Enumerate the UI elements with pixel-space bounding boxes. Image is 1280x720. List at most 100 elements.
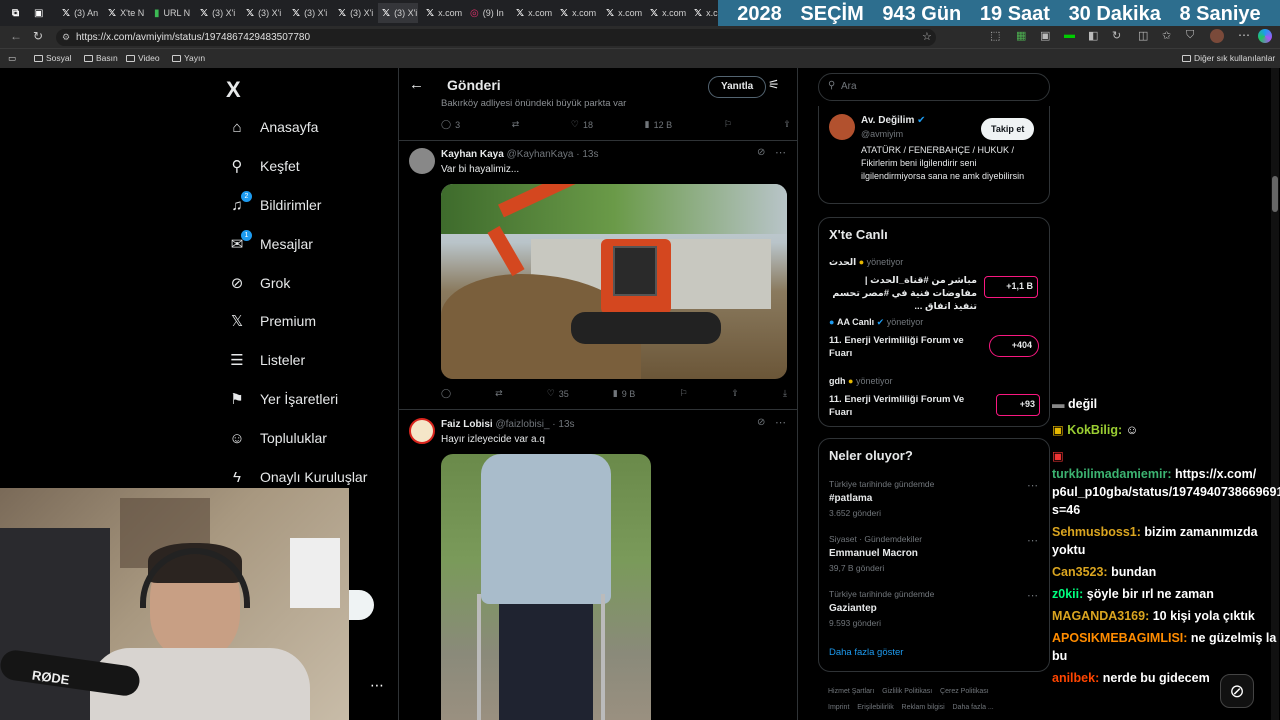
live-item[interactable]: gdh ● yönetiyor xyxy=(829,376,1039,386)
footer-link[interactable]: Imprint xyxy=(828,704,849,711)
extension-icon[interactable]: ▬ xyxy=(1064,29,1075,41)
account-more-icon[interactable]: ⋯ xyxy=(370,677,384,694)
author-name[interactable]: Kayhan Kaya xyxy=(441,149,504,160)
browser-tab[interactable]: 𝕏x.com xyxy=(646,3,690,23)
bookmark-folder[interactable]: Yayın xyxy=(172,53,205,63)
footer-link[interactable]: Reklam bilgisi xyxy=(902,704,945,711)
footer-link[interactable]: Daha fazla ... xyxy=(953,704,994,711)
live-item[interactable]: ● AA Canlı ✔ yönetiyor xyxy=(829,317,1039,328)
trend-item[interactable]: Türkiye tarihinde gündemde Gaziantep 9.5… xyxy=(829,589,1039,628)
browser-tab[interactable]: 𝕏x.com xyxy=(556,3,600,23)
favorites-icon[interactable]: ✩ xyxy=(1162,29,1171,42)
avatar[interactable] xyxy=(409,148,435,174)
show-more-link[interactable]: Daha fazla göster xyxy=(829,647,903,658)
reload-icon[interactable]: ↻ xyxy=(33,29,43,43)
nav-explore[interactable]: ⚲ Keşfet xyxy=(228,157,300,175)
search-box[interactable]: ⚲ Ara xyxy=(818,73,1050,101)
live-item[interactable]: الحدث ● yönetiyor xyxy=(829,257,1039,268)
split-screen-icon[interactable]: ◫ xyxy=(1138,29,1148,42)
profile-name[interactable]: Av. Değilim ✔ xyxy=(861,115,926,126)
extension-icon[interactable]: ▣ xyxy=(1040,29,1050,42)
nav-verified-orgs[interactable]: ϟ Onaylı Kuruluşlar xyxy=(228,468,367,486)
search-input[interactable]: Ara xyxy=(841,81,857,92)
retweet-action[interactable]: ⇄ xyxy=(512,119,520,130)
extension-icon[interactable]: ◧ xyxy=(1088,29,1098,42)
more-menu-icon[interactable]: ⋯ xyxy=(1238,28,1250,42)
reply-action[interactable]: ◯ 3 xyxy=(441,119,460,130)
bookmark-folder[interactable]: Video xyxy=(126,53,160,63)
tab-actions-icon[interactable]: ⧉ xyxy=(8,3,23,23)
browser-tab[interactable]: 𝕏 X'te N xyxy=(104,3,148,23)
reply-action[interactable]: ◯ xyxy=(441,388,451,399)
author-handle[interactable]: @faizlobisi_ · 13s xyxy=(495,419,574,430)
browser-tab[interactable]: 𝕏 (3) X'i xyxy=(196,3,240,23)
bookmark-menu-icon[interactable]: ▭ xyxy=(8,53,16,64)
live-listener-count[interactable]: +404 xyxy=(989,335,1039,357)
like-action[interactable]: ♡ 35 xyxy=(547,388,569,399)
trend-item[interactable]: Türkiye tarihinde gündemde #patlama 3.65… xyxy=(829,479,1039,518)
nav-notifications[interactable]: ♫ 2 Bildirimler xyxy=(228,191,321,214)
browser-tab[interactable]: 𝕏x.com xyxy=(602,3,646,23)
trend-item[interactable]: Siyaset · Gündemdekiler Emmanuel Macron … xyxy=(829,534,1039,573)
extension-icon[interactable]: ▦ xyxy=(1016,29,1026,42)
browser-tab[interactable]: 𝕏 (3) X'i xyxy=(334,3,378,23)
nav-lists[interactable]: ☰ Listeler xyxy=(228,351,305,369)
bookmark-folder[interactable]: Basın xyxy=(84,53,118,63)
grok-icon[interactable]: ⊘ xyxy=(757,147,765,158)
site-info-icon[interactable]: ⚙ xyxy=(62,29,70,46)
back-arrow-icon[interactable]: ← xyxy=(409,76,424,93)
avatar[interactable] xyxy=(829,114,855,140)
footer-link[interactable]: Erişilebilirlik xyxy=(857,704,894,711)
share-action[interactable]: ⇪ xyxy=(731,388,739,399)
profile-handle[interactable]: @avmiyim xyxy=(861,129,903,139)
browser-tab[interactable]: ▮ URL N xyxy=(150,3,194,23)
extension-icon[interactable]: ⬚ xyxy=(990,29,1000,42)
browser-tab[interactable]: 𝕏x.com xyxy=(690,3,720,23)
footer-link[interactable]: Hizmet Şartları xyxy=(828,688,874,695)
author-name[interactable]: Faiz Lobisi xyxy=(441,419,493,430)
reply-button[interactable]: Yanıtla xyxy=(708,76,767,98)
more-icon[interactable]: ⋯ xyxy=(1027,534,1038,547)
download-action[interactable]: ⤓ xyxy=(783,388,787,399)
footer-link[interactable]: Gizlilik Politikası xyxy=(882,688,932,695)
more-icon[interactable]: ⋯ xyxy=(775,146,786,159)
nav-premium[interactable]: 𝕏 Premium xyxy=(228,312,316,330)
browser-tab[interactable]: 𝕏x.com xyxy=(422,3,466,23)
copilot-icon[interactable] xyxy=(1258,29,1272,43)
tab-list-icon[interactable]: ▣ xyxy=(30,3,47,23)
views-action[interactable]: ▮ 9 B xyxy=(613,388,635,399)
browser-tab-active[interactable]: 𝕏 (3) X'i xyxy=(378,3,418,23)
share-action[interactable]: ⇪ xyxy=(783,119,791,130)
x-logo[interactable]: X xyxy=(226,77,241,103)
grok-icon[interactable]: ⊘ xyxy=(757,417,765,428)
tweet-image-crutches[interactable] xyxy=(441,454,651,720)
nav-home[interactable]: ⌂ Anasayfa xyxy=(228,118,318,136)
follow-button[interactable]: Takip et xyxy=(981,118,1035,140)
footer-link[interactable]: Çerez Politikası xyxy=(940,688,989,695)
avatar[interactable] xyxy=(409,418,435,444)
more-icon[interactable]: ⋯ xyxy=(1027,589,1038,602)
live-listener-count[interactable]: +1,1 B xyxy=(984,276,1038,298)
nav-grok[interactable]: ⊘ Grok xyxy=(228,274,291,292)
browser-tab[interactable]: 𝕏 (3) X'i xyxy=(242,3,286,23)
browser-tab[interactable]: ◎ (9) In xyxy=(466,3,510,23)
author-handle[interactable]: @KayhanKaya · 13s xyxy=(507,149,599,160)
more-icon[interactable]: ⋯ xyxy=(1027,479,1038,492)
browser-tab[interactable]: 𝕏x.com xyxy=(512,3,556,23)
sliders-icon[interactable]: ⚟ xyxy=(768,77,780,93)
url-field[interactable]: ⚙ https://x.com/avmiyim/status/197486742… xyxy=(56,29,936,46)
scrollbar-thumb[interactable] xyxy=(1272,176,1278,212)
more-icon[interactable]: ⋯ xyxy=(775,416,786,429)
refresh-extension-icon[interactable]: ↻ xyxy=(1112,29,1121,42)
bookmark-folder[interactable]: Sosyal xyxy=(34,53,72,63)
views-action[interactable]: ▮ 12 B xyxy=(645,119,672,130)
bookmark-action[interactable]: ⚐ xyxy=(679,388,687,399)
like-action[interactable]: ♡ 18 xyxy=(571,119,593,130)
nav-messages[interactable]: ✉ 1 Mesajlar xyxy=(228,230,313,253)
back-icon[interactable]: ← xyxy=(10,29,22,43)
profile-avatar[interactable] xyxy=(1210,29,1224,43)
shield-icon[interactable]: ⛉ xyxy=(1186,29,1194,42)
browser-tab[interactable]: 𝕏 (3) An xyxy=(58,3,102,23)
other-bookmarks[interactable]: Diğer sık kullanılanlar xyxy=(1182,53,1275,63)
retweet-action[interactable]: ⇄ xyxy=(495,388,503,399)
